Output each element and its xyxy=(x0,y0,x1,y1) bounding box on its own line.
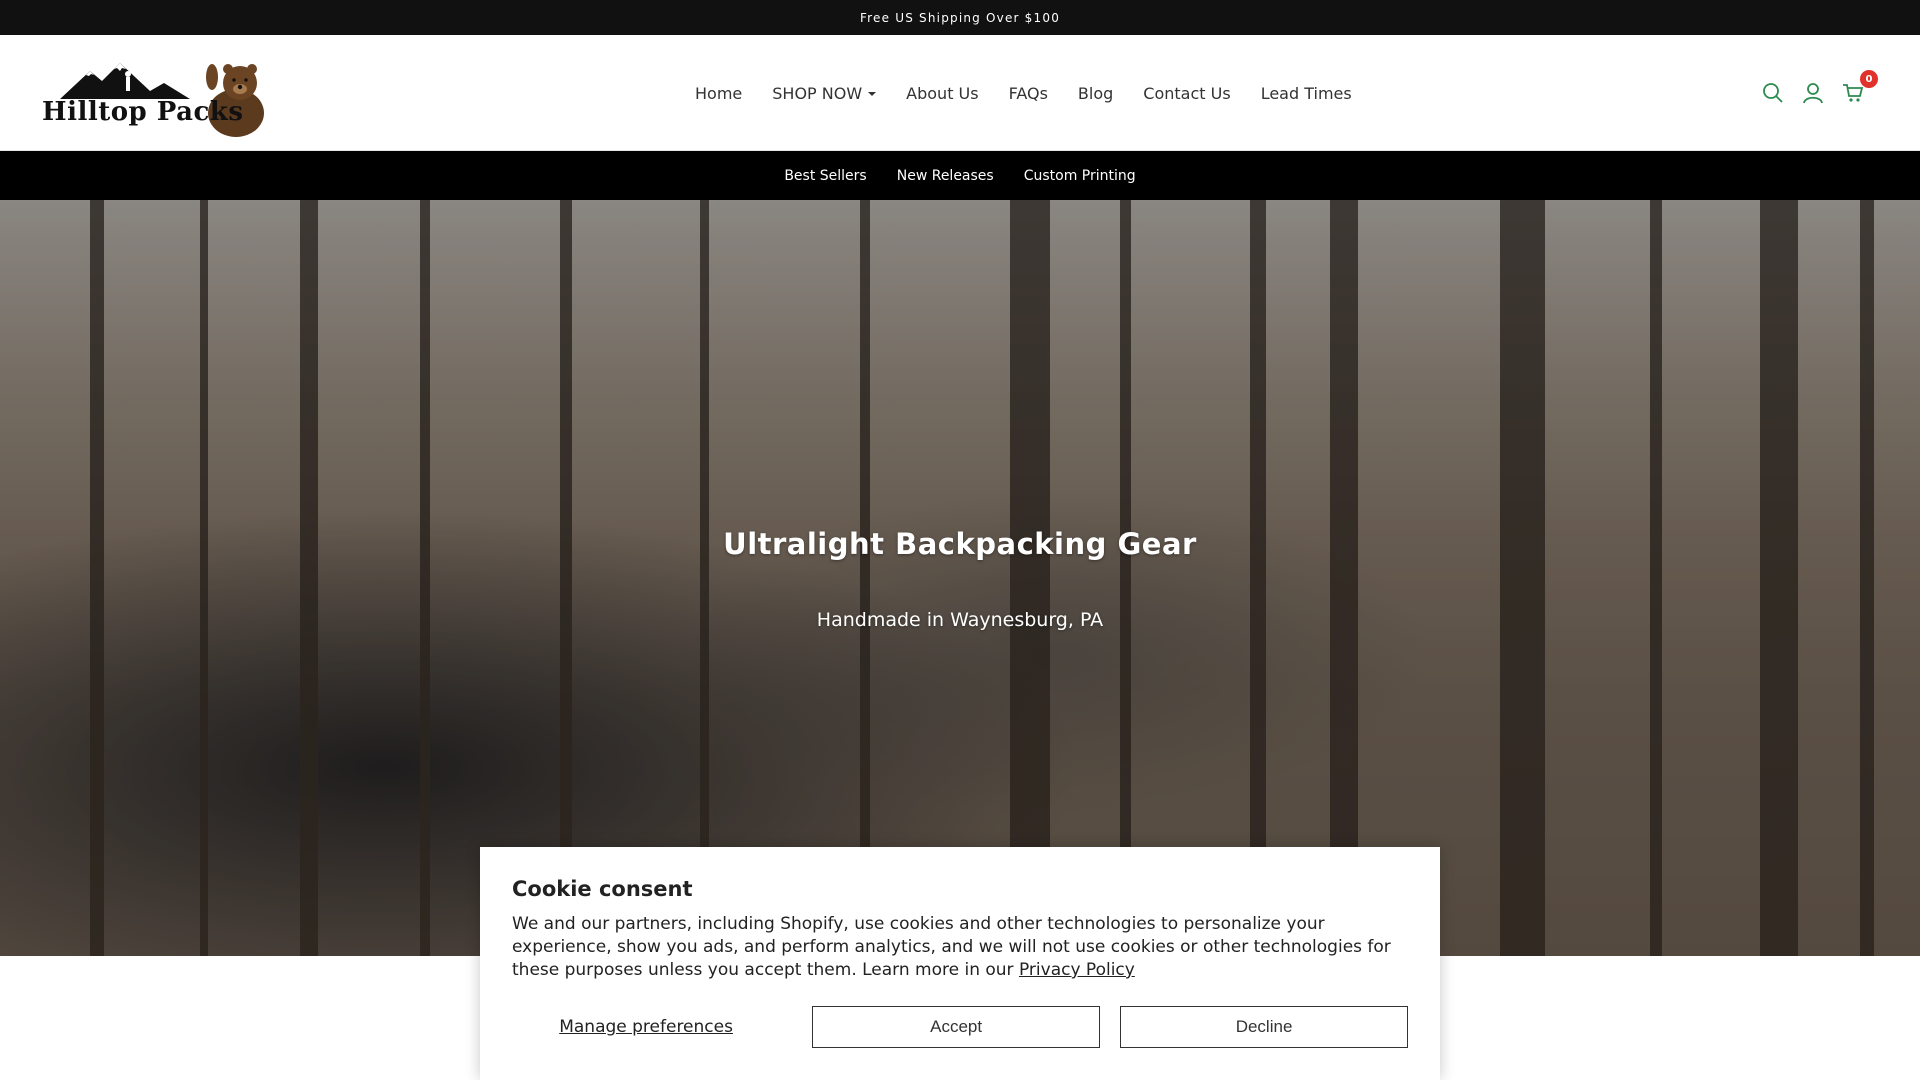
nav-home[interactable]: Home xyxy=(680,84,757,103)
cookie-body: We and our partners, including Shopify, … xyxy=(512,913,1392,982)
privacy-policy-link[interactable]: Privacy Policy xyxy=(1019,960,1135,980)
nav-faqs[interactable]: FAQs xyxy=(994,84,1063,103)
nav-blog[interactable]: Blog xyxy=(1063,84,1128,103)
user-icon[interactable] xyxy=(1802,82,1824,104)
secondary-nav: Best Sellers New Releases Custom Printin… xyxy=(0,151,1920,200)
decline-button[interactable]: Decline xyxy=(1120,1006,1409,1048)
announcement-bar: Free US Shipping Over $100 xyxy=(0,0,1920,35)
hero-banner: Ultralight Backpacking Gear Handmade in … xyxy=(0,200,1920,956)
subnav-new-releases[interactable]: New Releases xyxy=(882,168,1009,184)
cart-count-badge: 0 xyxy=(1860,70,1878,88)
hero-subtitle: Handmade in Waynesburg, PA xyxy=(816,609,1104,631)
nav-lead-times[interactable]: Lead Times xyxy=(1246,84,1367,103)
site-logo[interactable]: Hilltop Packs xyxy=(40,55,272,137)
subnav-custom-printing[interactable]: Custom Printing xyxy=(1009,168,1151,184)
main-nav: Home SHOP NOW About Us FAQs Blog Contact… xyxy=(680,35,1367,151)
cart-icon[interactable]: 0 xyxy=(1842,70,1878,104)
nav-contact-us[interactable]: Contact Us xyxy=(1128,84,1245,103)
cookie-consent-banner: Cookie consent We and our partners, incl… xyxy=(480,847,1440,1080)
search-icon[interactable] xyxy=(1762,82,1784,104)
manage-preferences-button[interactable]: Manage preferences xyxy=(512,1006,780,1048)
hero-title: Ultralight Backpacking Gear xyxy=(723,527,1197,561)
cookie-body-text: We and our partners, including Shopify, … xyxy=(512,914,1391,980)
accept-button[interactable]: Accept xyxy=(812,1006,1101,1048)
announcement-text: Free US Shipping Over $100 xyxy=(859,10,1061,25)
site-header: Hilltop Packs Home SHOP NOW About Us FAQ… xyxy=(0,35,1920,151)
header-icons: 0 xyxy=(1762,35,1878,151)
cookie-title: Cookie consent xyxy=(512,877,693,901)
subnav-best-sellers[interactable]: Best Sellers xyxy=(769,168,881,184)
cookie-actions: Manage preferences Accept Decline xyxy=(512,1006,1409,1048)
logo-text: Hilltop Packs xyxy=(42,97,244,127)
nav-shop-now-label: SHOP NOW xyxy=(772,83,863,103)
nav-shop-now[interactable]: SHOP NOW xyxy=(757,84,891,103)
caret-down-icon xyxy=(868,92,877,96)
hero-overlay xyxy=(0,200,1920,956)
nav-about-us[interactable]: About Us xyxy=(891,84,993,103)
